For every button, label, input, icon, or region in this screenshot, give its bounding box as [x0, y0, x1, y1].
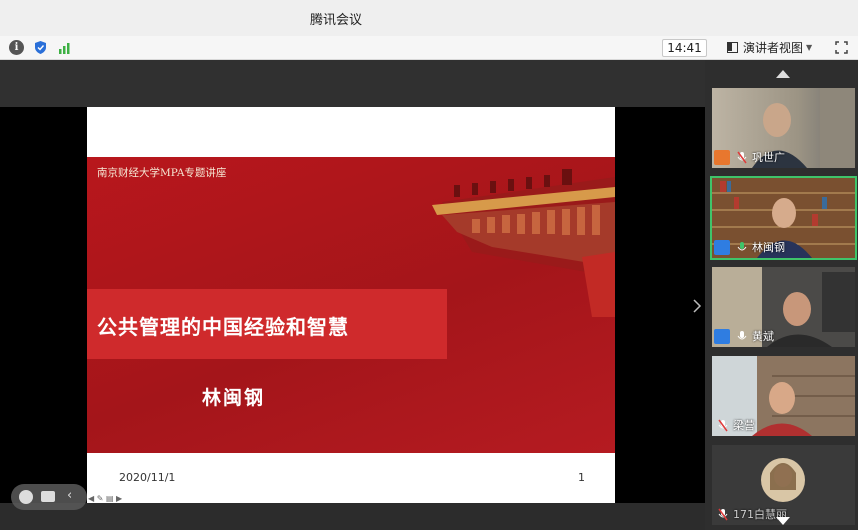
avatar-icon: [714, 240, 730, 255]
participant-name: 梁营: [733, 419, 755, 432]
share-bottom-strip: [0, 503, 705, 530]
participant-name: 黄斌: [752, 330, 774, 343]
participant-tile[interactable]: 梁营: [712, 356, 855, 436]
meeting-time: 14:41: [662, 39, 707, 57]
slide-page-number: 1: [578, 471, 585, 484]
participant-nameplate: 林闽钢: [712, 238, 855, 258]
slide-speaker: 林闽钢: [202, 387, 266, 409]
participant-tile[interactable]: 171白慧丽: [712, 445, 855, 525]
info-icon[interactable]: i: [9, 40, 24, 55]
bottom-controls: ‹: [11, 484, 87, 510]
mic-muted-icon: [718, 508, 728, 521]
mic-muted-icon: [718, 419, 728, 432]
participant-name: 巩世广: [752, 151, 785, 164]
share-top-strip: [0, 60, 705, 107]
window-title: 腾讯会议: [310, 13, 363, 28]
avatar-icon: [714, 329, 730, 344]
meeting-toolbar: i 14:41 演讲者视图 ▼: [0, 36, 858, 60]
mic-muted-icon: [737, 151, 747, 164]
mic-active-icon: [737, 242, 747, 251]
palace-roof-image: [432, 169, 615, 317]
scroll-up-icon[interactable]: [775, 69, 791, 79]
scroll-down-icon[interactable]: [775, 516, 791, 526]
emoji-icon[interactable]: [19, 490, 33, 504]
participant-nameplate: 黄斌: [712, 327, 855, 347]
slide-subtitle: 南京财经大学MPA专题讲座: [97, 167, 227, 179]
signal-icon[interactable]: [57, 40, 72, 55]
presentation-slide: 南京财经大学MPA专题讲座 公共管理的中国经验和智慧 林闽钢 2020/11/1…: [87, 107, 615, 503]
view-mode-dropdown[interactable]: 演讲者视图 ▼: [720, 39, 819, 57]
avatar-icon: [714, 150, 730, 165]
participant-tile-speaking[interactable]: 林闽钢: [710, 176, 857, 260]
window-titlebar: 腾讯会议: [0, 0, 858, 36]
slide-title: 公共管理的中国经验和智慧: [97, 315, 349, 339]
chevron-down-icon: ▼: [806, 43, 813, 52]
participant-name: 林闽钢: [752, 241, 785, 254]
fullscreen-icon[interactable]: [835, 41, 848, 54]
participant-nameplate: 梁营: [712, 416, 855, 436]
participant-sidebar: 巩世广 林闽钢 黄斌 梁营 171白慧丽: [705, 60, 858, 530]
slide-title-band: 公共管理的中国经验和智慧: [87, 289, 447, 359]
chevron-left-icon[interactable]: ‹: [67, 488, 72, 503]
participant-tile[interactable]: 黄斌: [712, 267, 855, 347]
chevron-right-icon[interactable]: [692, 299, 702, 313]
chat-icon[interactable]: [41, 491, 55, 502]
slide-annotation-tools[interactable]: ◀ ✎ ▤ ▶: [88, 494, 122, 503]
slide-date: 2020/11/1: [119, 471, 176, 484]
participant-nameplate: 巩世广: [712, 148, 855, 168]
view-mode-label: 演讲者视图: [743, 41, 804, 55]
layout-icon: [727, 42, 738, 53]
participant-tile[interactable]: 巩世广: [712, 88, 855, 168]
shield-icon[interactable]: [33, 40, 48, 55]
mic-icon: [737, 331, 747, 340]
